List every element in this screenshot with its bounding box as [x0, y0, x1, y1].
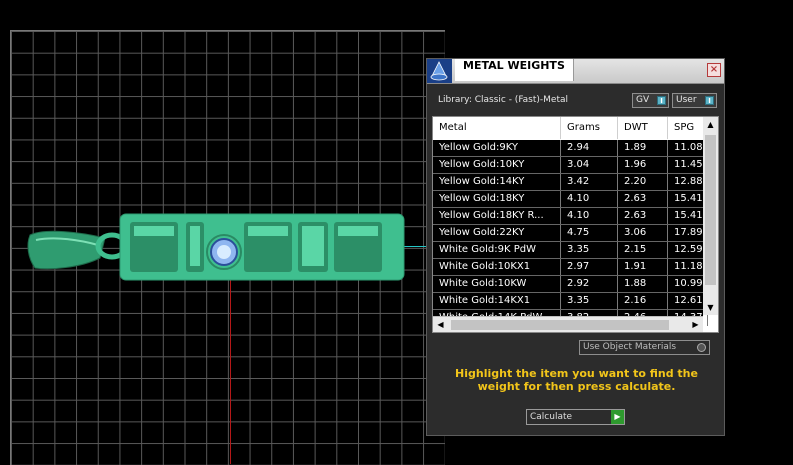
y-axis-line: [230, 280, 231, 464]
horizontal-scrollbar[interactable]: ◀ ▶: [433, 316, 703, 332]
arrow-right-icon[interactable]: ▶: [688, 317, 703, 332]
cell-spg: 12.59: [668, 242, 708, 258]
table-row[interactable]: White Gold:14KX1 3.35 2.16 12.61: [433, 293, 708, 310]
vertical-scrollbar[interactable]: ▲ ▼: [703, 117, 718, 315]
cell-grams: 2.92: [561, 276, 618, 292]
user-toggle-label: User: [676, 95, 697, 105]
toggle-knob-icon: I: [657, 96, 666, 105]
cell-dwt: 2.15: [618, 242, 668, 258]
table-row[interactable]: Yellow Gold:10KY 3.04 1.96 11.45: [433, 157, 708, 174]
arrow-down-icon[interactable]: ▼: [703, 300, 718, 315]
cell-metal: White Gold:10KX1: [433, 259, 561, 275]
gv-toggle-label: GV: [636, 95, 650, 105]
use-object-materials-option[interactable]: Use Object Materials: [579, 340, 710, 355]
scroll-thumb[interactable]: [451, 320, 669, 330]
column-header-metal[interactable]: Metal: [433, 117, 561, 139]
play-arrow-icon[interactable]: ▶: [611, 410, 624, 424]
user-toggle[interactable]: User I: [672, 93, 717, 108]
radio-icon[interactable]: [697, 343, 706, 352]
cell-spg: 11.45: [668, 157, 708, 173]
cell-dwt: 2.16: [618, 293, 668, 309]
table-row[interactable]: Yellow Gold:18KY 4.10 2.63 15.41: [433, 191, 708, 208]
arrow-up-icon[interactable]: ▲: [703, 117, 718, 132]
cell-dwt: 1.89: [618, 140, 668, 156]
pendant-model[interactable]: [0, 0, 440, 300]
calculate-label: Calculate: [530, 412, 573, 422]
cell-grams: 4.10: [561, 208, 618, 224]
table-row[interactable]: White Gold:10KW 2.92 1.88 10.99: [433, 276, 708, 293]
cone-shapes-icon: [427, 59, 452, 83]
column-header-spg[interactable]: SPG: [668, 117, 708, 139]
metal-table[interactable]: Metal Grams DWT SPG Yellow Gold:9KY 2.94 1…: [432, 116, 719, 333]
cell-dwt: 2.63: [618, 208, 668, 224]
cell-metal: Yellow Gold:18KY: [433, 191, 561, 207]
cell-metal: Yellow Gold:22KY: [433, 225, 561, 241]
table-row[interactable]: Yellow Gold:22KY 4.75 3.06 17.89: [433, 225, 708, 242]
toggle-knob-icon: I: [705, 96, 714, 105]
instruction-text: Highlight the item you want to find the …: [455, 367, 698, 393]
cell-metal: White Gold:9K PdW: [433, 242, 561, 258]
panel-title: METAL WEIGHTS: [455, 59, 574, 81]
table-row[interactable]: White Gold:10KX1 2.97 1.91 11.18: [433, 259, 708, 276]
cell-metal: Yellow Gold:10KY: [433, 157, 561, 173]
cell-grams: 2.94: [561, 140, 618, 156]
cell-dwt: 1.91: [618, 259, 668, 275]
table-row[interactable]: Yellow Gold:14KY 3.42 2.20 12.88: [433, 174, 708, 191]
cell-grams: 4.75: [561, 225, 618, 241]
use-object-materials-label: Use Object Materials: [583, 342, 677, 352]
table-body: Yellow Gold:9KY 2.94 1.89 11.08 Yellow Gold:…: [433, 140, 708, 327]
arrow-left-icon[interactable]: ◀: [433, 317, 448, 332]
panel-titlebar[interactable]: METAL WEIGHTS ×: [427, 59, 724, 84]
metal-weights-panel: METAL WEIGHTS × Library: Classic - (Fast…: [426, 58, 725, 436]
cell-grams: 3.42: [561, 174, 618, 190]
column-header-dwt[interactable]: DWT: [618, 117, 668, 139]
cell-grams: 3.35: [561, 242, 618, 258]
cell-dwt: 2.20: [618, 174, 668, 190]
cell-spg: 15.41: [668, 208, 708, 224]
cell-grams: 2.97: [561, 259, 618, 275]
cell-dwt: 3.06: [618, 225, 668, 241]
scroll-thumb[interactable]: [705, 135, 716, 285]
cell-dwt: 2.63: [618, 191, 668, 207]
cell-metal: Yellow Gold:18KY R...: [433, 208, 561, 224]
cell-dwt: 1.88: [618, 276, 668, 292]
cell-spg: 12.61: [668, 293, 708, 309]
cell-metal: Yellow Gold:9KY: [433, 140, 561, 156]
cell-spg: 15.41: [668, 191, 708, 207]
column-header-grams[interactable]: Grams: [561, 117, 618, 139]
library-label: Library: Classic - (Fast)-Metal: [438, 95, 569, 105]
cell-spg: 11.18: [668, 259, 708, 275]
cell-grams: 4.10: [561, 191, 618, 207]
cell-spg: 17.89: [668, 225, 708, 241]
calculate-button[interactable]: Calculate ▶: [526, 409, 625, 425]
table-row[interactable]: Yellow Gold:9KY 2.94 1.89 11.08: [433, 140, 708, 157]
cell-dwt: 1.96: [618, 157, 668, 173]
close-icon[interactable]: ×: [707, 63, 721, 77]
table-header: Metal Grams DWT SPG: [433, 117, 708, 139]
gv-toggle[interactable]: GV I: [632, 93, 669, 108]
table-row[interactable]: White Gold:9K PdW 3.35 2.15 12.59: [433, 242, 708, 259]
cell-spg: 11.08: [668, 140, 708, 156]
cell-spg: 12.88: [668, 174, 708, 190]
cell-metal: White Gold:10KW: [433, 276, 561, 292]
cell-grams: 3.04: [561, 157, 618, 173]
cell-spg: 10.99: [668, 276, 708, 292]
table-row[interactable]: Yellow Gold:18KY R... 4.10 2.63 15.41: [433, 208, 708, 225]
cell-grams: 3.35: [561, 293, 618, 309]
cell-metal: White Gold:14KX1: [433, 293, 561, 309]
cell-metal: Yellow Gold:14KY: [433, 174, 561, 190]
